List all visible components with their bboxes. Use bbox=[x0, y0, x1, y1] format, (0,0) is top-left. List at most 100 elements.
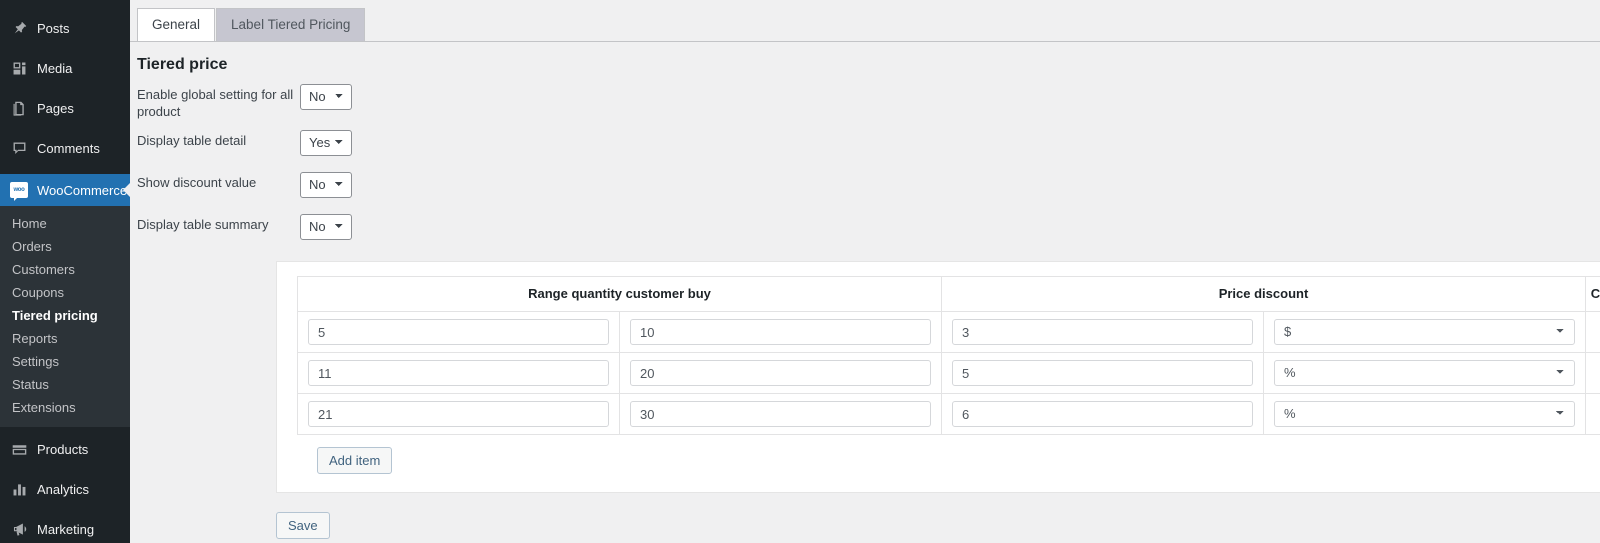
table-row: $% X bbox=[297, 393, 1600, 435]
setting-display-table-summary-row: Display table summary NoYes bbox=[137, 214, 1600, 246]
discount-unit-select-3[interactable]: $% bbox=[1274, 401, 1575, 427]
qty-min-input-1[interactable] bbox=[308, 319, 609, 345]
setting-display-table-detail-select[interactable]: YesNo bbox=[300, 130, 352, 156]
add-item-wrap: Add item bbox=[297, 435, 1600, 474]
qty-max-input-1-cell bbox=[619, 311, 942, 353]
setting-display-table-summary-select[interactable]: NoYes bbox=[300, 214, 352, 240]
sidebar-top-group: Posts Media Pages Comments bbox=[0, 14, 130, 162]
submenu-item-home[interactable]: Home bbox=[0, 212, 130, 235]
discount-value-input-2[interactable] bbox=[952, 360, 1253, 386]
sidebar-item-label: Products bbox=[37, 441, 89, 457]
close-cell-3: X bbox=[1585, 393, 1600, 435]
comments-icon bbox=[9, 138, 29, 158]
discount-value-input-1-cell bbox=[941, 311, 1264, 353]
submenu-item-status[interactable]: Status bbox=[0, 373, 130, 396]
table-header-row: Range quantity customer buy Price discou… bbox=[297, 276, 1600, 312]
sidebar-item-media[interactable]: Media bbox=[0, 54, 130, 82]
submenu-item-extensions[interactable]: Extensions bbox=[0, 396, 130, 419]
pages-icon bbox=[9, 98, 29, 118]
setting-enable-global-row: Enable global setting for all productNoY… bbox=[137, 84, 1600, 120]
admin-sidebar: Posts Media Pages Comments woo WooCommerce H… bbox=[0, 0, 130, 543]
discount-value-input-3[interactable] bbox=[952, 401, 1253, 427]
qty-max-input-2[interactable] bbox=[630, 360, 931, 386]
setting-show-discount-value-select[interactable]: NoYes bbox=[300, 172, 352, 198]
column-header-price: Price discount bbox=[941, 276, 1586, 312]
sidebar-item-marketing[interactable]: Marketing bbox=[0, 515, 130, 543]
add-item-button[interactable]: Add item bbox=[317, 447, 393, 474]
submenu-item-reports[interactable]: Reports bbox=[0, 327, 130, 350]
submenu-arrow-icon bbox=[123, 182, 130, 198]
discount-value-input-1[interactable] bbox=[952, 319, 1253, 345]
table-row: $% X bbox=[297, 352, 1600, 394]
woocommerce-submenu: Home Orders Customers Coupons Tiered pricing… bbox=[0, 206, 130, 427]
woo-logo-badge: woo bbox=[10, 182, 28, 201]
setting-show-discount-value-row: Show discount value NoYes bbox=[137, 172, 1600, 204]
qty-min-input-1-cell bbox=[297, 311, 620, 353]
submenu-item-tiered-pricing[interactable]: Tiered pricing bbox=[0, 304, 130, 327]
qty-max-input-2-cell bbox=[619, 352, 942, 394]
discount-unit-cell-1: $% bbox=[1263, 311, 1586, 353]
setting-display-table-detail-label: Display table detail bbox=[137, 133, 247, 148]
table-row: $% X bbox=[297, 311, 1600, 353]
main-content: General Label Tiered Pricing Tiered price… bbox=[130, 0, 1600, 543]
page-title: Tiered price bbox=[137, 56, 228, 73]
discount-unit-select-2[interactable]: $% bbox=[1274, 360, 1575, 386]
discount-value-input-2-cell bbox=[941, 352, 1264, 394]
close-cell-2: X bbox=[1585, 352, 1600, 394]
sidebar-item-posts[interactable]: Posts bbox=[0, 14, 130, 42]
tiered-pricing-card: Range quantity customer buy Price discou… bbox=[276, 261, 1600, 493]
tab-general[interactable]: General bbox=[137, 8, 216, 41]
admin-screen: Posts Media Pages Comments woo WooCommerce H… bbox=[0, 0, 1600, 543]
save-button[interactable]: Save bbox=[276, 512, 330, 539]
save-wrap: Save bbox=[276, 512, 330, 539]
submenu-item-coupons[interactable]: Coupons bbox=[0, 281, 130, 304]
sidebar-item-label: Marketing bbox=[37, 521, 95, 537]
settings-list: Enable global setting for all productNoY… bbox=[130, 74, 1600, 246]
qty-max-input-1[interactable] bbox=[630, 319, 931, 345]
pin-icon bbox=[9, 18, 29, 38]
products-icon bbox=[9, 439, 29, 459]
sidebar-item-woocommerce[interactable]: woo WooCommerce bbox=[0, 174, 130, 206]
close-cell-1: X bbox=[1585, 311, 1600, 353]
qty-max-input-3[interactable] bbox=[630, 401, 931, 427]
media-icon bbox=[9, 58, 29, 78]
tiered-pricing-table: Range quantity customer buy Price discou… bbox=[297, 276, 1600, 435]
sidebar-bottom-group: Products Analytics Marketing bbox=[0, 435, 130, 543]
table-body: $% X $% X $% X bbox=[297, 311, 1600, 435]
column-header-range: Range quantity customer buy bbox=[297, 276, 942, 312]
discount-unit-cell-3: $% bbox=[1263, 393, 1586, 435]
sidebar-item-pages[interactable]: Pages bbox=[0, 94, 130, 122]
setting-display-table-detail-row: Display table detail YesNo bbox=[137, 130, 1600, 162]
qty-max-input-3-cell bbox=[619, 393, 942, 435]
sidebar-item-label: Comments bbox=[37, 140, 100, 156]
setting-display-table-summary-label: Display table summary bbox=[137, 217, 269, 232]
setting-enable-global-select[interactable]: NoYes bbox=[300, 84, 352, 110]
sidebar-item-label: Analytics bbox=[37, 481, 90, 497]
setting-show-discount-value-label: Show discount value bbox=[137, 175, 257, 190]
submenu-item-orders[interactable]: Orders bbox=[0, 235, 130, 258]
sidebar-item-label: Media bbox=[37, 60, 73, 76]
submenu-item-customers[interactable]: Customers bbox=[0, 258, 130, 281]
tab-label-tiered-pricing[interactable]: Label Tiered Pricing bbox=[216, 8, 366, 41]
sidebar-item-label: Posts bbox=[37, 20, 70, 36]
sidebar-item-analytics[interactable]: Analytics bbox=[0, 475, 130, 503]
table-head: Range quantity customer buy Price discou… bbox=[297, 276, 1600, 312]
sidebar-item-products[interactable]: Products bbox=[0, 435, 130, 463]
setting-enable-global-label: Enable global setting for all product bbox=[137, 87, 294, 119]
discount-value-input-3-cell bbox=[941, 393, 1264, 435]
sidebar-item-comments[interactable]: Comments bbox=[0, 134, 130, 162]
analytics-icon bbox=[9, 479, 29, 499]
qty-min-input-2[interactable] bbox=[308, 360, 609, 386]
qty-min-input-3[interactable] bbox=[308, 401, 609, 427]
marketing-icon bbox=[9, 519, 29, 539]
discount-unit-select-1[interactable]: $% bbox=[1274, 319, 1575, 345]
submenu-item-settings[interactable]: Settings bbox=[0, 350, 130, 373]
qty-min-input-3-cell bbox=[297, 393, 620, 435]
sidebar-item-label: Pages bbox=[37, 100, 74, 116]
sidebar-current-group: woo WooCommerce bbox=[0, 174, 130, 206]
